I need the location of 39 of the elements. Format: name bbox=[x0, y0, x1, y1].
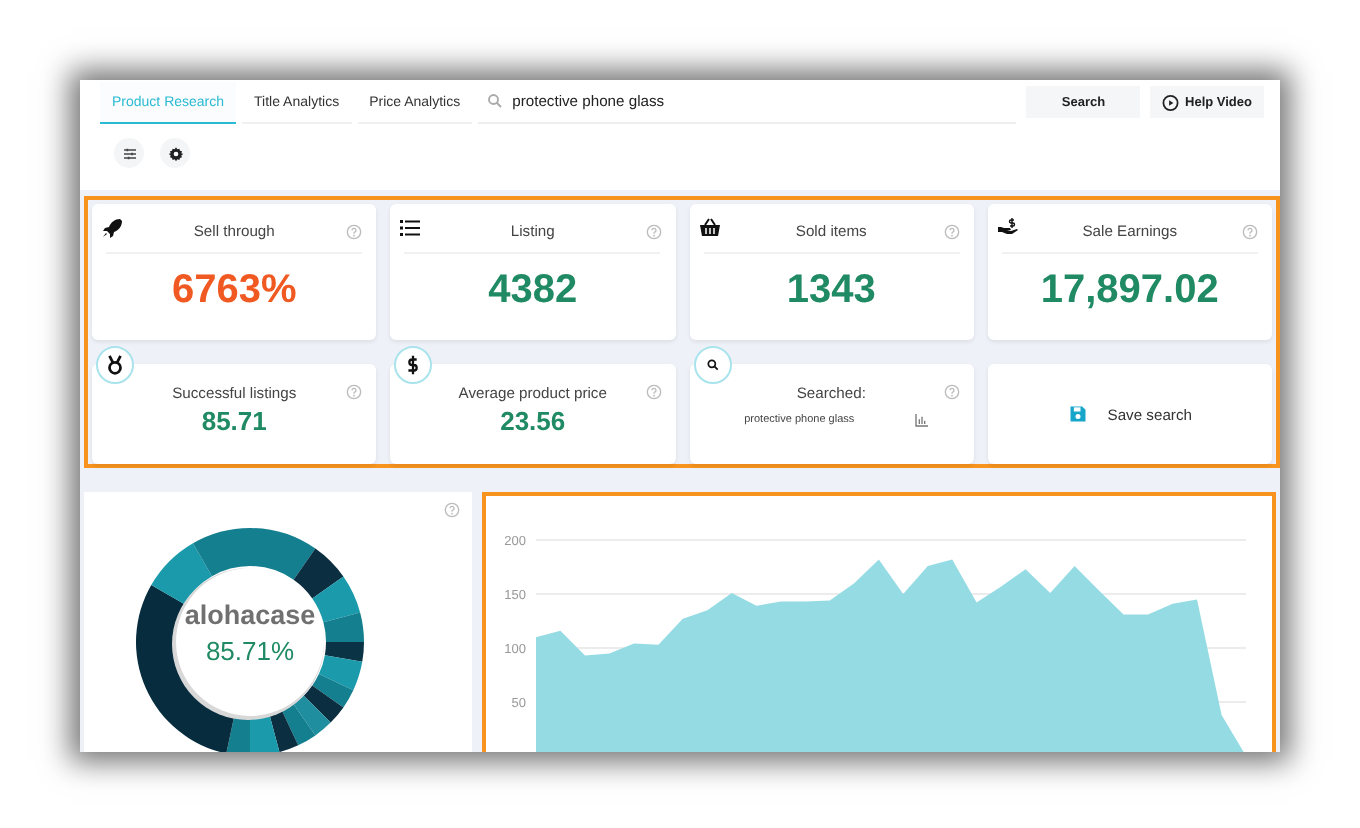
donut-slice bbox=[269, 710, 299, 752]
filter-button[interactable] bbox=[114, 138, 144, 168]
medal-icon bbox=[104, 354, 126, 376]
bar-chart-icon bbox=[914, 412, 931, 428]
settings-button[interactable] bbox=[160, 138, 190, 168]
metric-value: 6763% bbox=[171, 268, 297, 314]
hand-coin-icon bbox=[995, 216, 1020, 240]
help-icon bbox=[346, 224, 363, 240]
donut-slice bbox=[293, 548, 344, 599]
rocket-icon bbox=[100, 216, 124, 240]
donut-slice bbox=[312, 674, 354, 708]
search-icon bbox=[486, 92, 505, 110]
donut-slice bbox=[193, 528, 250, 577]
help-icon bbox=[444, 502, 460, 518]
metric-value: 4382 bbox=[488, 268, 578, 314]
help-icon bbox=[645, 224, 661, 240]
donut-slice bbox=[250, 528, 316, 580]
metric-value: 85.71 bbox=[201, 406, 267, 436]
segment-percent: 85.71% bbox=[205, 636, 295, 666]
metric-value: 23.56 bbox=[500, 406, 566, 436]
help-icon bbox=[943, 224, 960, 240]
help-icon bbox=[1242, 224, 1258, 240]
metric-value: 17,897.02 bbox=[1040, 268, 1219, 314]
metric-value: 1343 bbox=[786, 268, 876, 314]
donut-slice bbox=[282, 704, 316, 746]
play-icon bbox=[1162, 93, 1180, 111]
donut-slice bbox=[250, 715, 280, 752]
help-icon bbox=[645, 384, 661, 400]
list-icon bbox=[398, 216, 423, 240]
search-icon bbox=[705, 358, 719, 372]
help-icon bbox=[346, 384, 363, 400]
donut-slice bbox=[303, 685, 344, 723]
sliders-icon bbox=[121, 145, 137, 161]
segment-name: alohacase bbox=[184, 600, 316, 630]
save-icon bbox=[1067, 404, 1088, 424]
help-icon bbox=[943, 384, 960, 400]
basket-icon bbox=[697, 216, 721, 240]
donut-slice bbox=[293, 695, 331, 736]
settings-icon bbox=[167, 145, 183, 161]
